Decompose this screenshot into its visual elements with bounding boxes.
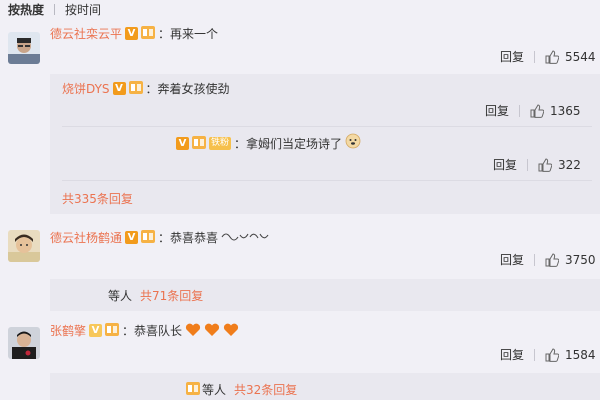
commenter-name[interactable]: 德云社杨鹤通 [50, 229, 122, 246]
fan-level-icon [186, 380, 200, 399]
view-more-replies-link[interactable]: 共71条回复 [140, 287, 203, 304]
like-button[interactable]: 322 [538, 158, 581, 172]
commenter-name[interactable]: 张鹤擎 [50, 322, 86, 339]
comment-actions: 回复 1584 [500, 346, 596, 363]
comment-header: 德云社栾云平 V ：再来一个 [50, 25, 218, 41]
reply-preview-text: 等人 [202, 383, 227, 397]
handwriting-icon [221, 228, 269, 247]
reply-button[interactable]: 回复 [493, 156, 517, 173]
reply-preview-text: 等人 [108, 289, 133, 303]
reply-button[interactable]: 回复 [500, 251, 524, 268]
thumbs-up-icon [538, 157, 553, 172]
thumbs-up-icon [545, 252, 560, 267]
action-divider [534, 50, 536, 63]
comment-actions: 回复 5544 [500, 48, 596, 65]
comment-text: ：恭喜恭喜 [158, 230, 219, 245]
like-count: 1584 [565, 347, 596, 362]
reply-preview: 等人 共32条回复 [186, 380, 297, 399]
commenter-name[interactable]: 德云社栾云平 [50, 25, 122, 42]
action-divider [527, 158, 529, 171]
reply-divider [62, 126, 592, 127]
like-button[interactable]: 1584 [545, 348, 596, 362]
reply-header: V 铁粉 ：拿姆们当定场诗了 [176, 133, 361, 153]
fan-badge: 铁粉 [209, 136, 232, 150]
reply-text: ：拿姆们当定场诗了 [234, 136, 343, 151]
comment-text: ：恭喜队长 [122, 323, 183, 338]
heart-icon [204, 323, 220, 336]
reply-preview: 等人 共71条回复 [108, 287, 203, 304]
fan-level-icon [192, 134, 206, 153]
reply-button[interactable]: 回复 [485, 102, 509, 119]
fan-level-icon [141, 24, 156, 43]
replier-name[interactable]: 烧饼DYS [62, 80, 110, 97]
avatar[interactable] [8, 32, 40, 64]
action-divider [534, 253, 536, 266]
action-divider [519, 104, 521, 117]
like-count: 1365 [550, 103, 581, 118]
sort-tabs: 按热度 按时间 [8, 0, 101, 18]
tab-divider [54, 3, 56, 15]
verified-icon: V [112, 81, 126, 95]
thumbs-up-icon [545, 347, 560, 362]
comment-text: ：再来一个 [158, 26, 219, 41]
comment-header: 德云社杨鹤通 V ：恭喜恭喜 [50, 229, 269, 245]
heart-icon [223, 323, 239, 336]
like-count: 322 [558, 157, 581, 172]
comment-header: 张鹤擎 V ：恭喜队长 [50, 322, 239, 338]
reply-divider [62, 180, 592, 181]
fan-level-icon [128, 79, 143, 98]
fan-level-icon [141, 228, 156, 247]
verified-icon: V [176, 136, 189, 150]
reply-actions: 回复 1365 [485, 102, 581, 119]
verified-icon: V [125, 230, 139, 244]
reply-button[interactable]: 回复 [500, 346, 524, 363]
doge-emoji-icon [345, 133, 361, 153]
action-divider [534, 348, 536, 361]
reply-button[interactable]: 回复 [500, 48, 524, 65]
fan-level-icon [105, 321, 120, 340]
sort-by-time-tab[interactable]: 按时间 [65, 1, 101, 18]
thumbs-up-icon [545, 49, 560, 64]
thumbs-up-icon [530, 103, 545, 118]
reply-preview-box[interactable] [50, 373, 600, 400]
like-button[interactable]: 3750 [545, 253, 596, 267]
reply-header: 烧饼DYS V ：奔着女孩使劲 [62, 80, 230, 96]
like-count: 5544 [565, 49, 596, 64]
sort-by-hot-tab[interactable]: 按热度 [8, 1, 44, 18]
like-button[interactable]: 5544 [545, 50, 596, 64]
verified-icon: V [89, 323, 103, 337]
reply-actions: 回复 322 [493, 156, 581, 173]
verified-icon: V [125, 26, 139, 40]
like-count: 3750 [565, 252, 596, 267]
avatar[interactable] [8, 327, 40, 359]
avatar[interactable] [8, 230, 40, 262]
reply-text: ：奔着女孩使劲 [145, 81, 230, 96]
comment-actions: 回复 3750 [500, 251, 596, 268]
view-more-replies-link[interactable]: 共32条回复 [234, 381, 297, 398]
heart-icon [185, 323, 201, 336]
view-more-replies-link[interactable]: 共335条回复 [62, 190, 133, 207]
like-button[interactable]: 1365 [530, 104, 581, 118]
